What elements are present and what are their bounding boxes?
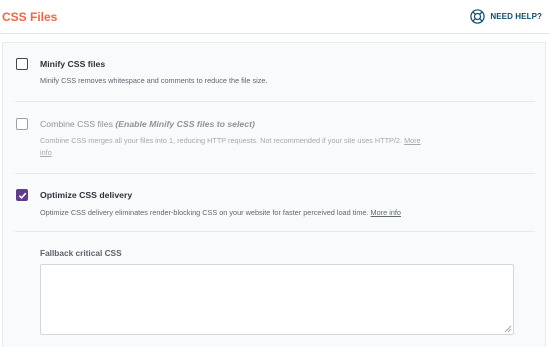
options-panel: Minify CSS files Minify CSS removes whit… [2,42,546,347]
section-header: CSS Files NEED HELP? [0,0,550,34]
fallback-critical-css-textarea[interactable] [40,264,514,335]
section-title: CSS Files [2,10,58,24]
checkmark-icon [18,192,26,199]
combine-css-label-row: Combine CSS files (Enable Minify CSS fil… [40,119,255,129]
lifebuoy-icon [470,8,485,24]
optimize-css-more-info-link[interactable]: More info [371,208,401,217]
minify-css-description: Minify CSS removes whitespace and commen… [40,76,268,85]
optimize-css-delivery-description: Optimize CSS delivery eliminates render-… [40,208,369,217]
optimize-css-delivery-checkbox[interactable] [16,189,28,201]
combine-css-note: (Enable Minify CSS files to select) [115,119,255,129]
resize-handle-icon[interactable] [503,324,512,333]
minify-css-label: Minify CSS files [40,59,106,69]
combine-css-label: Combine CSS files [40,119,113,129]
optimize-css-delivery-description-block: Optimize CSS delivery eliminates render-… [40,207,530,219]
minify-css-checkbox[interactable] [16,58,28,70]
combine-css-checkbox[interactable] [16,118,28,130]
fallback-critical-css-label: Fallback critical CSS [40,248,122,258]
divider [15,231,535,232]
combine-css-description: Combine CSS merges all your files into 1… [40,136,403,145]
divider [15,101,535,102]
need-help-label: NEED HELP? [490,11,542,21]
combine-css-description-block: Combine CSS merges all your files into 1… [40,135,530,159]
more-info-link-text-cont: info [40,148,52,157]
more-info-link-text: More [404,136,421,145]
divider [15,173,535,174]
optimize-css-delivery-label: Optimize CSS delivery [40,190,133,200]
need-help-button[interactable]: NEED HELP? [470,8,542,24]
